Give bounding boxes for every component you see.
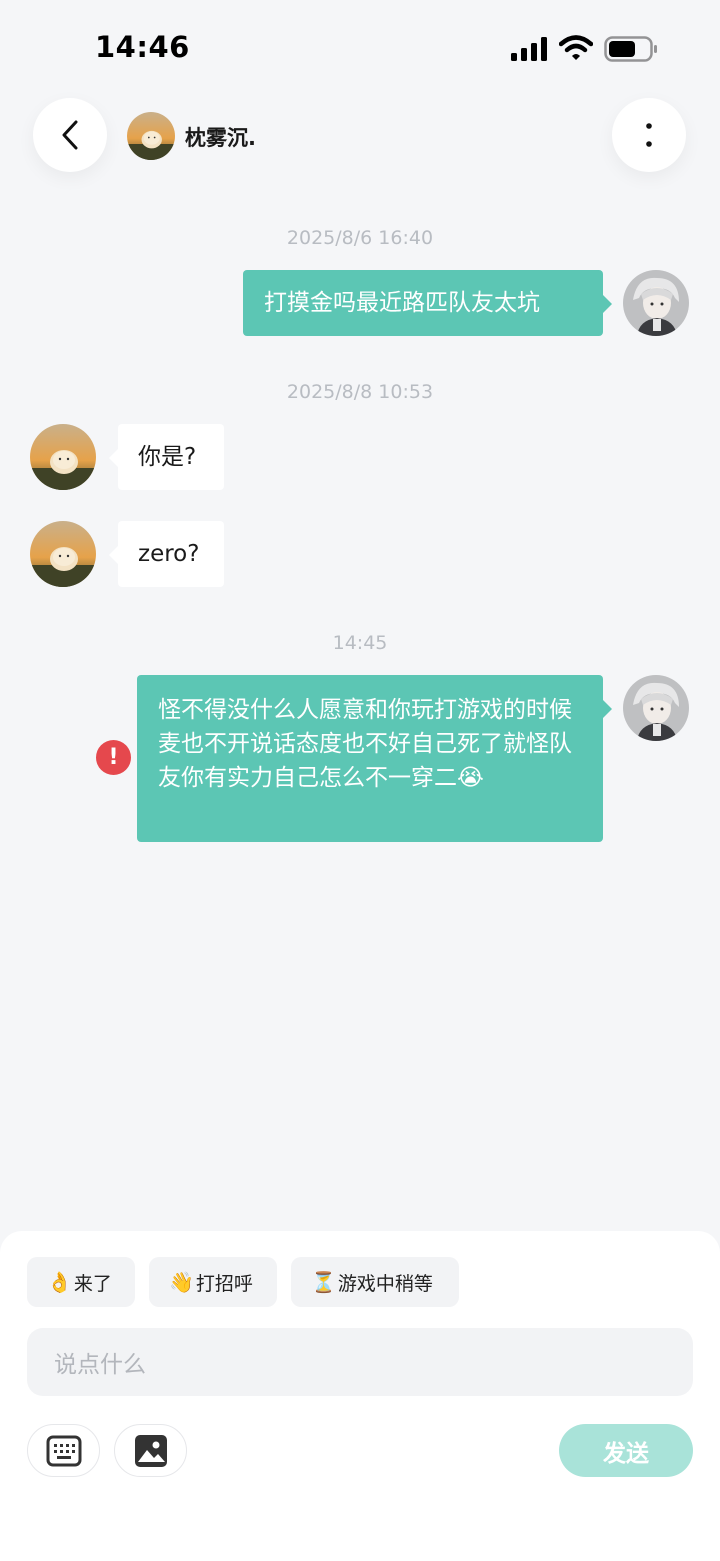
contact-avatar[interactable]: [127, 112, 175, 160]
composer-panel: 👌 来了 👋 打招呼 ⏳ 游戏中稍等 说点什么 发送: [0, 1231, 720, 1561]
message-timestamp: 14:45: [332, 632, 388, 654]
ok-hand-icon: 👌: [47, 1270, 72, 1294]
image-icon: [134, 1434, 167, 1467]
keyboard-icon: [46, 1435, 81, 1466]
send-failed-icon[interactable]: !: [96, 740, 131, 775]
chevron-left-icon: [62, 120, 78, 150]
waving-hand-icon: 👋: [169, 1270, 194, 1294]
battery-icon: [604, 36, 657, 62]
more-vertical-icon: [646, 123, 652, 147]
quick-reply-coming[interactable]: 👌 来了: [27, 1257, 135, 1307]
wifi-icon: [559, 35, 593, 60]
crying-emoji-icon: 😭: [457, 765, 484, 791]
my-avatar[interactable]: [623, 270, 689, 336]
message-text: 怪不得没什么人愿意和你玩打游戏的时候麦也不开说话态度也不好自己死了就怪队友你有实…: [158, 697, 572, 791]
status-time: 14:46: [95, 30, 190, 64]
quick-reply-label: 来了: [73, 1272, 112, 1295]
quick-reply-label: 游戏中稍等: [337, 1272, 433, 1295]
incoming-message-bubble[interactable]: zero?: [109, 521, 224, 587]
status-bar: 14:46: [0, 0, 720, 96]
avatar-image: [30, 521, 96, 587]
outgoing-message-bubble[interactable]: 打摸金吗最近路匹队友太坑: [243, 270, 612, 336]
send-button-label: 发送: [603, 1440, 649, 1467]
quick-reply-in-game[interactable]: ⏳ 游戏中稍等: [291, 1257, 459, 1307]
avatar-image: [30, 424, 96, 490]
incoming-message-bubble[interactable]: 你是?: [109, 424, 224, 490]
quick-reply-greet[interactable]: 👋 打招呼: [149, 1257, 277, 1307]
keyboard-button[interactable]: [27, 1424, 100, 1477]
my-avatar[interactable]: [623, 675, 689, 741]
contact-name[interactable]: 枕雾沉.: [185, 122, 256, 152]
message-timestamp: 2025/8/6 16:40: [286, 227, 434, 249]
message-text: 你是?: [138, 444, 197, 470]
hourglass-icon: ⏳: [311, 1270, 336, 1294]
more-options-button[interactable]: [612, 98, 686, 172]
quick-reply-label: 打招呼: [195, 1272, 253, 1295]
message-text: zero?: [138, 541, 200, 567]
send-button[interactable]: 发送: [559, 1424, 693, 1477]
outgoing-message-bubble[interactable]: 怪不得没什么人愿意和你玩打游戏的时候麦也不开说话态度也不好自己死了就怪队友你有实…: [137, 675, 612, 842]
message-input-placeholder: 说点什么: [54, 1352, 146, 1378]
contact-avatar[interactable]: [30, 424, 96, 490]
contact-avatar[interactable]: [30, 521, 96, 587]
cellular-signal-icon: [511, 37, 547, 61]
message-input[interactable]: 说点什么: [27, 1328, 693, 1396]
avatar-image: [127, 112, 175, 160]
back-button[interactable]: [33, 98, 107, 172]
image-button[interactable]: [114, 1424, 187, 1477]
message-text: 打摸金吗最近路匹队友太坑: [264, 290, 540, 316]
avatar-image: [623, 270, 689, 336]
message-timestamp: 2025/8/8 10:53: [286, 381, 434, 403]
avatar-image: [623, 675, 689, 741]
